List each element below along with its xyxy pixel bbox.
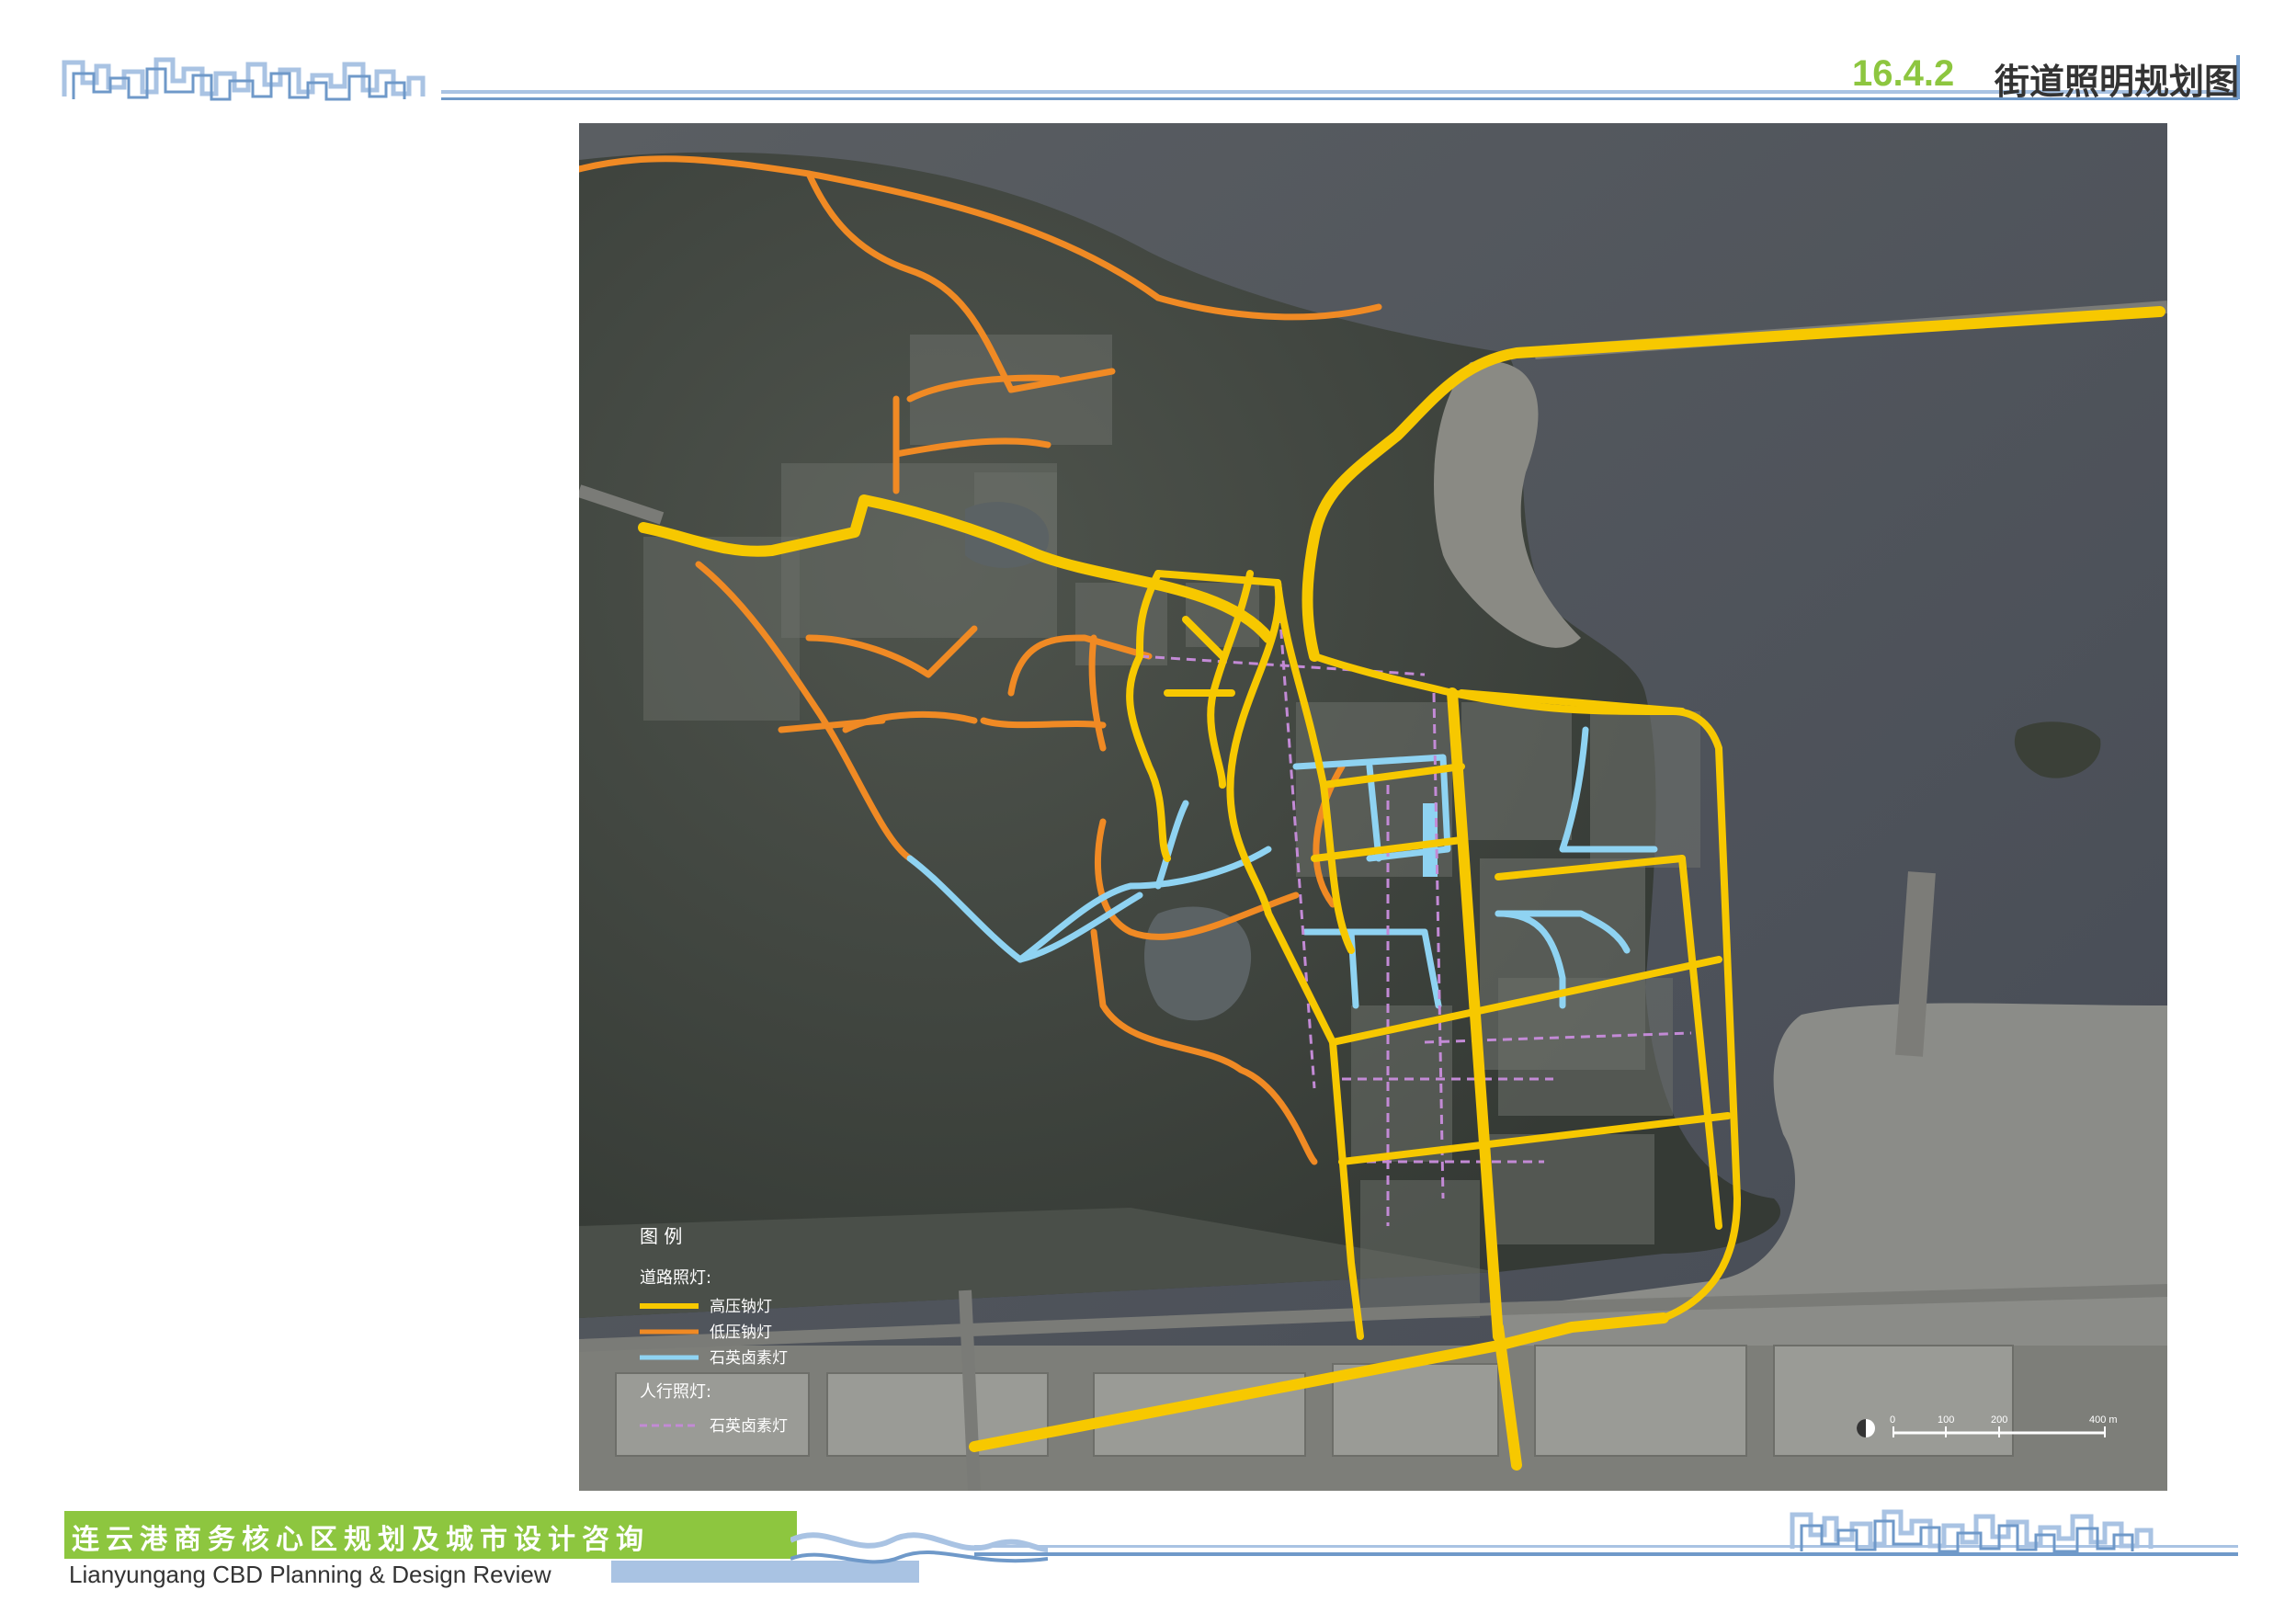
section-number: 16.4.2 [1852,53,1955,94]
footer-title-cn: 连云港商务核心区规划及城市设计咨询 [72,1524,650,1556]
header-skyline-left [62,57,426,101]
footer-wave [790,1532,1048,1564]
header-rule-top [441,90,2238,94]
footer-title-en: Lianyungang CBD Planning & Design Review [69,1561,551,1588]
scale-tick-100: 100 [1938,1414,1954,1426]
legend-road-group: 道路照灯: [640,1268,711,1288]
legend-title: 图 例 [640,1225,682,1247]
legend-pedestrian-group: 人行照灯: [640,1382,711,1402]
section-title: 街道照明规划图 [1995,62,2240,102]
scale-tick-400: 400 m [2089,1414,2118,1426]
scale-tick-0: 0 [1890,1414,1895,1426]
legend-label-high-pressure: 高压钠灯 [710,1298,772,1316]
map-canvas: 图 例 道路照灯: 高压钠灯 低压钠灯 石英卤素灯 人行照灯: 石英卤素灯 0 … [579,123,2167,1491]
legend-label-low-pressure: 低压钠灯 [710,1323,772,1342]
legend-label-quartz-halogen: 石英卤素灯 [710,1349,788,1368]
legend-label-pedestrian: 石英卤素灯 [710,1417,788,1436]
scale-tick-200: 200 [1991,1414,2007,1426]
street-lighting-map: 图 例 道路照灯: 高压钠灯 低压钠灯 石英卤素灯 人行照灯: 石英卤素灯 0 … [579,123,2167,1491]
header-rule-bottom [441,97,2238,100]
footer-skyline-right [1790,1509,2154,1553]
